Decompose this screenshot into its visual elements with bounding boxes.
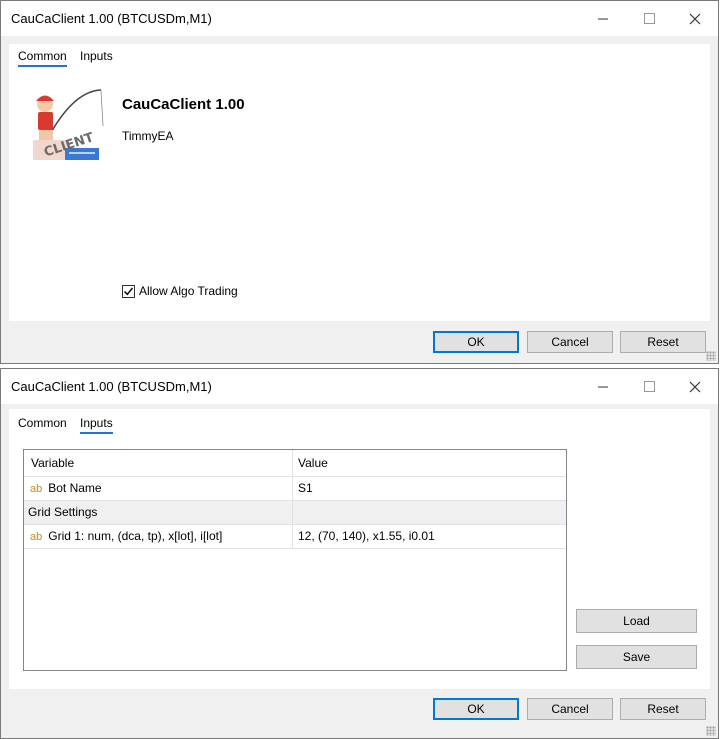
save-button[interactable]: Save [576,645,697,669]
title-bar[interactable]: CauCaClient 1.00 (BTCUSDm,M1) [1,369,718,404]
allow-algo-trading-label: Allow Algo Trading [139,284,238,298]
group-label: Grid Settings [24,501,293,524]
variable-name: Grid 1: num, (dca, tp), x[lot], i[lot] [48,529,223,543]
group-row[interactable]: Grid Settings [24,501,566,525]
table-row[interactable]: ab Grid 1: num, (dca, tp), x[lot], i[lot]… [24,525,566,549]
column-header-variable[interactable]: Variable [24,450,293,476]
value-cell[interactable]: 12, (70, 140), x1.55, i0.01 [294,525,566,548]
ea-name: CauCaClient 1.00 [122,96,245,113]
value-cell[interactable]: S1 [294,477,566,500]
tab-inputs[interactable]: Inputs [80,416,113,434]
tab-common[interactable]: Common [18,416,67,430]
expert-properties-window-common: CauCaClient 1.00 (BTCUSDm,M1) Common Inp… [0,0,719,364]
tab-inputs[interactable]: Inputs [80,49,113,63]
checkbox-checked-icon[interactable] [122,284,135,298]
maximize-icon[interactable] [626,369,672,404]
grid-header-row: Variable Value [24,450,566,477]
value-cell [294,501,566,524]
expert-properties-window-inputs: CauCaClient 1.00 (BTCUSDm,M1) Common Inp… [0,368,719,739]
reset-button[interactable]: Reset [620,331,706,353]
resize-grip[interactable] [706,351,716,361]
close-icon[interactable] [672,1,718,36]
cancel-button[interactable]: Cancel [527,331,613,353]
window-title: CauCaClient 1.00 (BTCUSDm,M1) [11,379,212,394]
maximize-icon[interactable] [626,1,672,36]
ea-author: TimmyEA [122,129,174,143]
window-title: CauCaClient 1.00 (BTCUSDm,M1) [11,11,212,26]
tab-common[interactable]: Common [18,49,67,67]
load-button[interactable]: Load [576,609,697,633]
inputs-tab-panel: Common Inputs Variable Value ab Bot Name … [9,409,710,689]
column-header-value[interactable]: Value [294,450,566,476]
string-type-icon: ab [30,483,43,495]
ea-logo: CLIENT [29,86,107,164]
minimize-icon[interactable] [580,369,626,404]
variable-cell: ab Bot Name [24,477,293,500]
cancel-button[interactable]: Cancel [527,698,613,720]
reset-button[interactable]: Reset [620,698,706,720]
string-type-icon: ab [30,531,43,543]
variable-cell: ab Grid 1: num, (dca, tp), x[lot], i[lot] [24,525,293,548]
ok-button[interactable]: OK [433,698,519,720]
ok-button[interactable]: OK [433,331,519,353]
table-row[interactable]: ab Bot Name S1 [24,477,566,501]
resize-grip[interactable] [706,726,716,736]
inputs-grid: Variable Value ab Bot Name S1 Grid Settin… [23,449,567,671]
variable-name: Bot Name [48,481,102,495]
minimize-icon[interactable] [580,1,626,36]
allow-algo-trading-checkbox[interactable]: Allow Algo Trading [122,284,238,298]
title-bar[interactable]: CauCaClient 1.00 (BTCUSDm,M1) [1,1,718,36]
close-icon[interactable] [672,369,718,404]
common-tab-panel: Common Inputs CLIENT CauCaClient 1.00 Ti… [9,44,710,321]
